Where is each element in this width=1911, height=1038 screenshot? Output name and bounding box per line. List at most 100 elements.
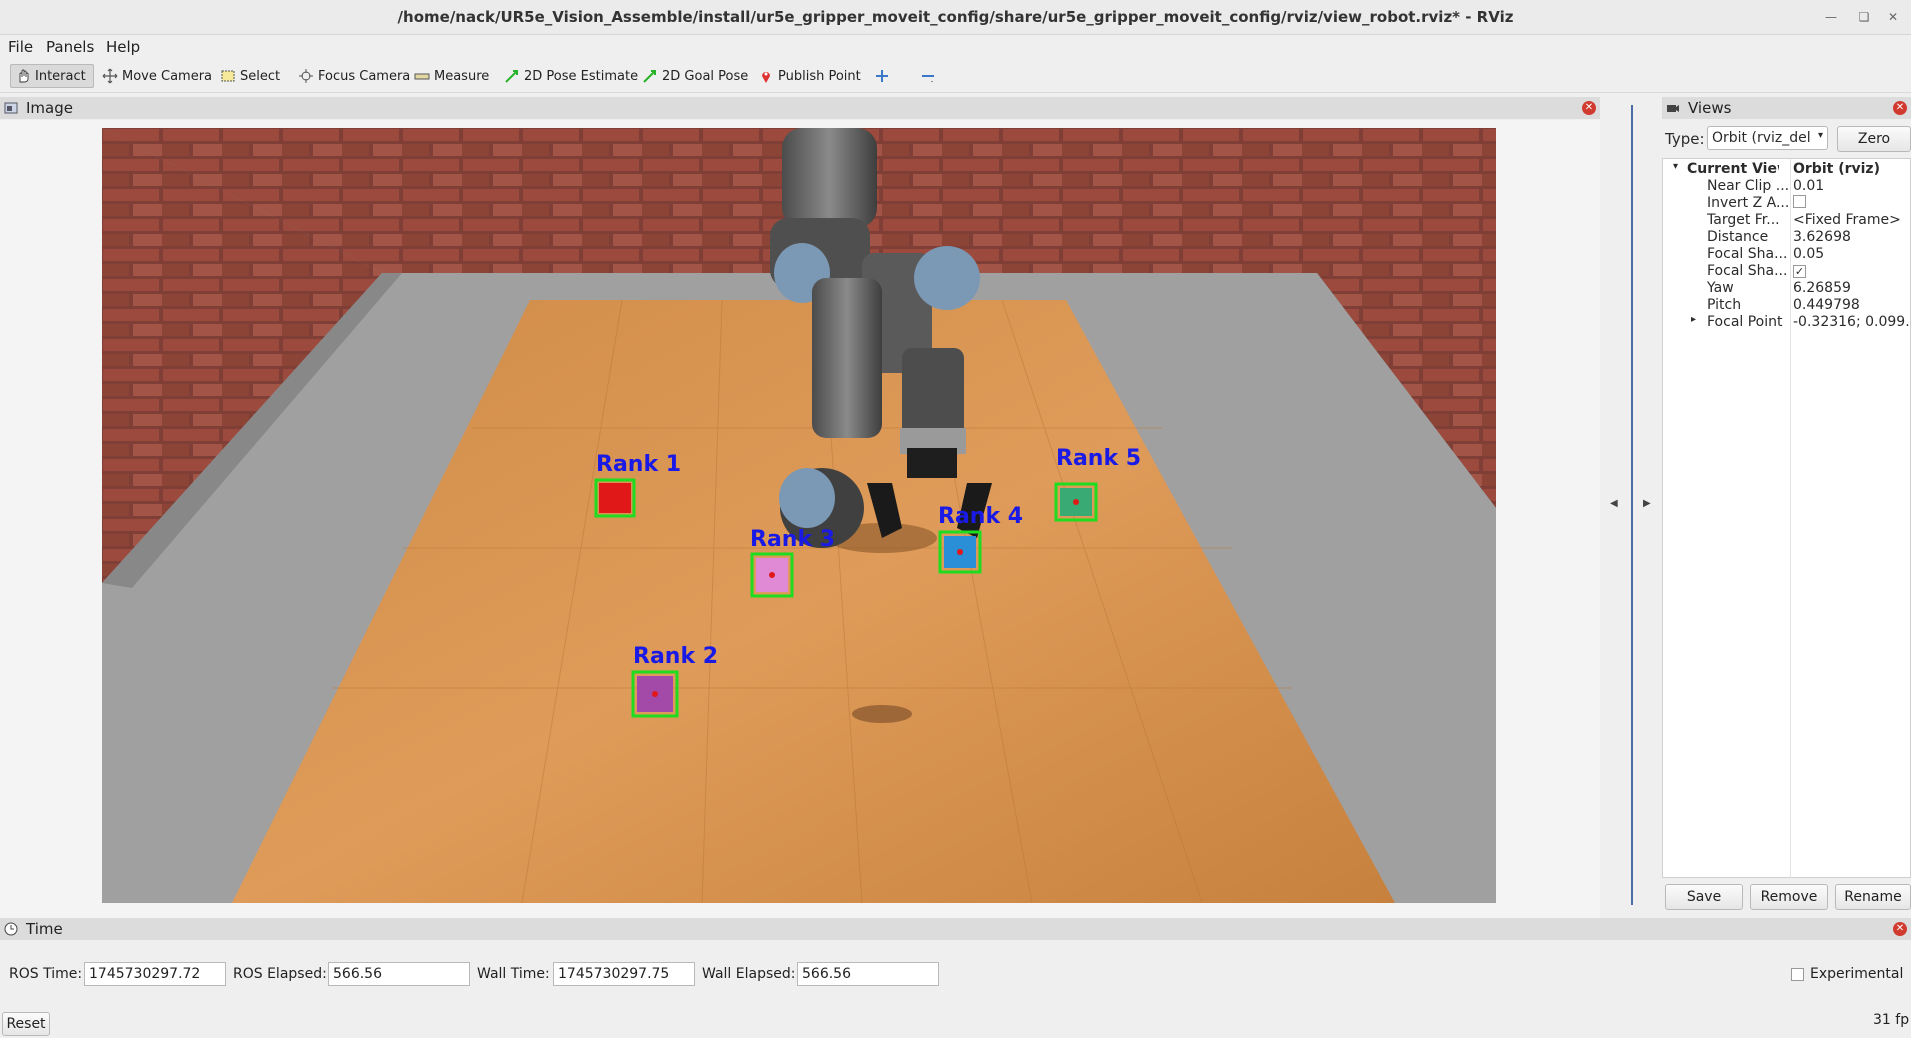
invert-z-checkbox[interactable]	[1793, 195, 1806, 208]
hand-icon	[19, 69, 29, 83]
tool-measure[interactable]: Measure	[410, 64, 493, 88]
prop-distance[interactable]: Distance 3.62698	[1663, 229, 1911, 246]
prop-key: Focal Sha...	[1707, 263, 1788, 279]
window-titlebar: /home/nack/UR5e_Vision_Assemble/install/…	[0, 0, 1911, 35]
panel-splitter[interactable]	[1631, 105, 1633, 905]
green-arrow-icon	[643, 70, 656, 83]
wall-elapsed-label: Wall Elapsed:	[702, 966, 796, 982]
window-title: /home/nack/UR5e_Vision_Assemble/install/…	[397, 8, 1514, 26]
tool-2d-pose-estimate-label: 2D Pose Estimate	[524, 68, 639, 84]
time-panel-header: Time ✕	[0, 918, 1911, 940]
zero-button[interactable]: Zero	[1837, 126, 1911, 152]
close-time-panel-icon[interactable]: ✕	[1893, 922, 1907, 936]
collapse-right-icon[interactable]: ▶	[1643, 498, 1651, 509]
prop-value: 3.62698	[1793, 229, 1851, 245]
rank-label-1: Rank 1	[596, 452, 681, 477]
views-panel-title: Views	[1688, 99, 1732, 117]
prop-value: 0.05	[1793, 246, 1825, 262]
tool-bar: Interact Move Camera Select Focus Camera…	[0, 60, 1911, 93]
tool-select[interactable]: Select	[216, 64, 284, 88]
wall-time-field[interactable]: 1745730297.75	[553, 962, 695, 986]
prop-focal-shape-fixed[interactable]: Focal Sha... ✓	[1663, 263, 1911, 280]
collapsed-arrow-icon[interactable]: ▸	[1691, 314, 1696, 325]
type-label: Type:	[1665, 130, 1705, 148]
plus-icon	[876, 70, 888, 82]
chevron-down-icon: ▾	[1817, 130, 1823, 141]
image-panel-title: Image	[26, 99, 73, 117]
prop-value: -0.32316; 0.099...	[1793, 314, 1911, 330]
add-tool-button[interactable]	[870, 64, 894, 88]
prop-value: 6.26859	[1793, 280, 1851, 296]
experimental-checkbox[interactable]	[1791, 968, 1804, 981]
ros-elapsed-label: ROS Elapsed:	[233, 966, 327, 982]
remove-tool-button[interactable]	[916, 64, 940, 88]
menu-help[interactable]: Help	[106, 38, 140, 56]
prop-yaw[interactable]: Yaw 6.26859	[1663, 280, 1911, 297]
prop-target-frame[interactable]: Target Fr... <Fixed Frame>	[1663, 212, 1911, 229]
rank-label-5: Rank 5	[1056, 446, 1141, 471]
reset-button[interactable]: Reset	[2, 1012, 50, 1036]
prop-key: Current View	[1687, 161, 1779, 177]
prop-key: Pitch	[1707, 297, 1742, 313]
minus-icon	[922, 75, 934, 82]
ros-time-field[interactable]: 1745730297.72	[84, 962, 226, 986]
prop-focal-point[interactable]: ▸ Focal Point -0.32316; 0.099...	[1663, 314, 1911, 331]
tool-interact[interactable]: Interact	[10, 64, 94, 88]
menu-panels[interactable]: Panels	[46, 38, 94, 56]
save-view-button[interactable]: Save	[1665, 884, 1743, 910]
view-type-select[interactable]: Orbit (rviz_del ▾	[1707, 126, 1828, 150]
maximize-icon[interactable]: ❏	[1855, 8, 1873, 26]
camera-icon	[1667, 105, 1679, 112]
expanded-arrow-icon[interactable]: ▾	[1673, 161, 1678, 172]
menu-file[interactable]: File	[8, 38, 33, 56]
wall-elapsed-field[interactable]: 566.56	[797, 962, 939, 986]
prop-value: Orbit (rviz)	[1793, 161, 1880, 177]
rank-label-2: Rank 2	[633, 644, 718, 669]
minimize-icon[interactable]: —	[1822, 8, 1840, 26]
views-panel-header: Views ✕	[1662, 97, 1911, 119]
tool-focus-camera[interactable]: Focus Camera	[294, 64, 414, 88]
close-window-icon[interactable]: ✕	[1884, 8, 1902, 26]
pin-icon	[762, 72, 770, 83]
ros-time-label: ROS Time:	[9, 966, 83, 982]
prop-key: Near Clip ...	[1707, 178, 1790, 194]
image-panel-header: Image ✕	[0, 97, 1600, 119]
tool-2d-pose-estimate[interactable]: 2D Pose Estimate	[500, 64, 642, 88]
tool-publish-point-label: Publish Point	[778, 68, 861, 84]
remove-view-button[interactable]: Remove	[1750, 884, 1828, 910]
prop-key: Focal Sha...	[1707, 246, 1788, 262]
tool-publish-point[interactable]: Publish Point	[754, 64, 865, 88]
tool-move-camera-label: Move Camera	[122, 68, 213, 84]
prop-focal-shape-size[interactable]: Focal Sha... 0.05	[1663, 246, 1911, 263]
close-views-panel-icon[interactable]: ✕	[1893, 101, 1907, 115]
camera-image: Rank 1 Rank 2 Rank 3 Rank 4 Rank 5	[102, 128, 1496, 903]
prop-key: Focal Point	[1707, 314, 1783, 330]
rank-label-3: Rank 3	[750, 527, 835, 552]
prop-key: Target Fr...	[1707, 212, 1780, 228]
tool-2d-goal-pose[interactable]: 2D Goal Pose	[638, 64, 752, 88]
camera-scene: Rank 1 Rank 2 Rank 3 Rank 4 Rank 5	[102, 128, 1496, 903]
rank-label-4: Rank 4	[938, 504, 1023, 529]
green-arrow-icon	[505, 70, 518, 83]
prop-current-view[interactable]: ▾ Current View Orbit (rviz)	[1663, 161, 1911, 178]
tool-measure-label: Measure	[434, 68, 490, 84]
view-type-value: Orbit (rviz_del	[1712, 130, 1811, 146]
prop-value: 0.449798	[1793, 297, 1860, 313]
prop-near-clip[interactable]: Near Clip ... 0.01	[1663, 178, 1911, 195]
select-icon	[221, 70, 235, 82]
ruler-icon	[414, 73, 430, 80]
time-panel-title: Time	[26, 920, 63, 938]
collapse-left-icon[interactable]: ◀	[1610, 498, 1618, 509]
focal-shape-checkbox[interactable]: ✓	[1793, 265, 1806, 278]
experimental-label: Experimental	[1810, 966, 1904, 982]
close-image-panel-icon[interactable]: ✕	[1582, 101, 1596, 115]
ros-elapsed-field[interactable]: 566.56	[328, 962, 470, 986]
prop-key: Distance	[1707, 229, 1769, 245]
prop-invert-z[interactable]: Invert Z A...	[1663, 195, 1911, 212]
prop-pitch[interactable]: Pitch 0.449798	[1663, 297, 1911, 314]
rename-view-button[interactable]: Rename	[1835, 884, 1911, 910]
tool-focus-camera-label: Focus Camera	[318, 68, 411, 84]
wall-time-label: Wall Time:	[477, 966, 550, 982]
prop-key: Yaw	[1707, 280, 1734, 296]
tool-move-camera[interactable]: Move Camera	[98, 64, 216, 88]
